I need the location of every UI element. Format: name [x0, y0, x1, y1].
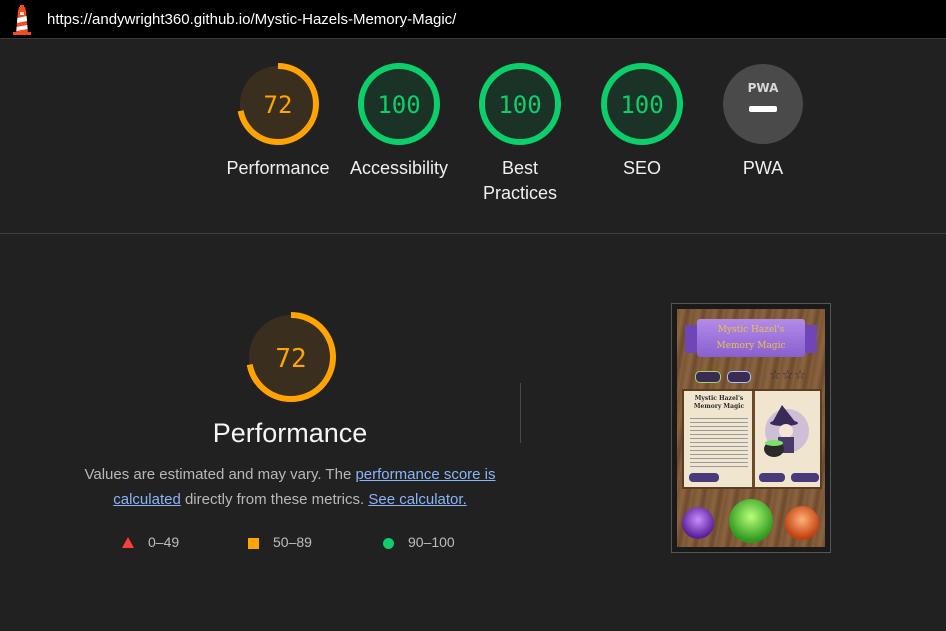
high-scores-button	[791, 473, 819, 482]
section-title: Performance	[212, 418, 368, 448]
gauge-label: Accessibility	[349, 158, 449, 178]
gauge-ring: 100	[479, 63, 561, 145]
gauge-score: 72	[264, 91, 293, 119]
section-divider	[0, 233, 946, 234]
url-bar: https://andywright360.github.io/Mystic-H…	[0, 0, 946, 39]
how-to-play-button	[689, 473, 719, 482]
square-icon	[248, 537, 259, 549]
legend-item-average: 50–89	[248, 534, 312, 550]
page-url[interactable]: https://andywright360.github.io/Mystic-H…	[47, 11, 456, 28]
purple-orb-icon	[682, 507, 714, 539]
gauge-ring: 100	[358, 63, 440, 145]
gauge-ring: 72	[237, 63, 319, 145]
see-calculator-link[interactable]: See calculator.	[368, 491, 466, 508]
page-screenshot-thumbnail[interactable]: Mystic Hazel's Memory Magic ☆☆☆ Mystic H…	[671, 303, 831, 553]
gauge-label: Best Practices	[455, 156, 585, 206]
gauge-label-line: Practices	[482, 183, 558, 203]
gauge-score: 100	[377, 91, 420, 119]
green-orb-icon	[729, 499, 773, 543]
gauge-ring: 100	[601, 63, 683, 145]
gauge-best-practices[interactable]: 100 Best Practices	[455, 62, 585, 206]
orange-orb-icon	[785, 506, 819, 540]
circle-icon	[383, 537, 394, 549]
pwa-badge-icon: PWA	[723, 64, 803, 144]
gauge-score: 100	[620, 91, 663, 119]
book-title: Mystic Hazel's Memory Magic	[688, 395, 750, 411]
progress-pill	[695, 371, 721, 383]
gauge-label-line: Best	[501, 158, 539, 178]
progress-pill	[727, 371, 751, 383]
pwa-badge-text: PWA	[748, 81, 779, 95]
screenshot-content: Mystic Hazel's Memory Magic ☆☆☆ Mystic H…	[677, 309, 825, 547]
book-title-line: Memory Magic	[693, 403, 745, 410]
score-legend: 0–49 50–89 90–100	[0, 534, 600, 554]
legend-range: 90–100	[408, 534, 455, 550]
legend-item-fail: 0–49	[122, 534, 179, 550]
metrics-description: Values are estimated and may vary. The p…	[80, 462, 500, 512]
banner-line: Memory Magic	[716, 341, 786, 351]
book-title-line: Mystic Hazel's	[694, 395, 744, 402]
legend-range: 50–89	[273, 534, 312, 550]
gauge-score: 100	[498, 91, 541, 119]
banner-line: Mystic Hazel's	[717, 325, 785, 335]
book-spine	[752, 391, 755, 487]
performance-gauge-large: 72	[246, 312, 336, 402]
pwa-dash	[749, 106, 777, 112]
gauge-score: 72	[275, 344, 306, 374]
book-text-lines	[690, 415, 748, 469]
witch-illustration-icon	[764, 405, 809, 457]
gauge-label: SEO	[622, 158, 661, 178]
desc-text: directly from these metrics.	[180, 491, 369, 508]
legend-item-pass: 90–100	[383, 534, 455, 550]
triangle-icon	[122, 536, 134, 548]
gauge-seo[interactable]: 100 SEO	[577, 62, 707, 181]
star-rating: ☆☆☆	[769, 367, 807, 382]
legend-range: 0–49	[148, 534, 180, 550]
gauge-performance[interactable]: 72 Performance	[213, 62, 343, 181]
new-game-button	[759, 473, 785, 482]
gauge-pwa[interactable]: PWA PWA	[698, 62, 828, 181]
lighthouse-icon	[13, 5, 31, 35]
vertical-separator	[520, 383, 521, 443]
category-gauges: 72 Performance 100 Accessibility 100 Bes…	[0, 62, 946, 222]
gauge-label: PWA	[742, 158, 784, 178]
gauge-accessibility[interactable]: 100 Accessibility	[334, 62, 464, 181]
desc-text: Values are estimated and may vary. The	[84, 466, 356, 483]
banner-ribbon-right	[803, 325, 817, 353]
game-title-banner: Mystic Hazel's Memory Magic	[697, 319, 805, 357]
gauge-label: Performance	[226, 158, 330, 178]
